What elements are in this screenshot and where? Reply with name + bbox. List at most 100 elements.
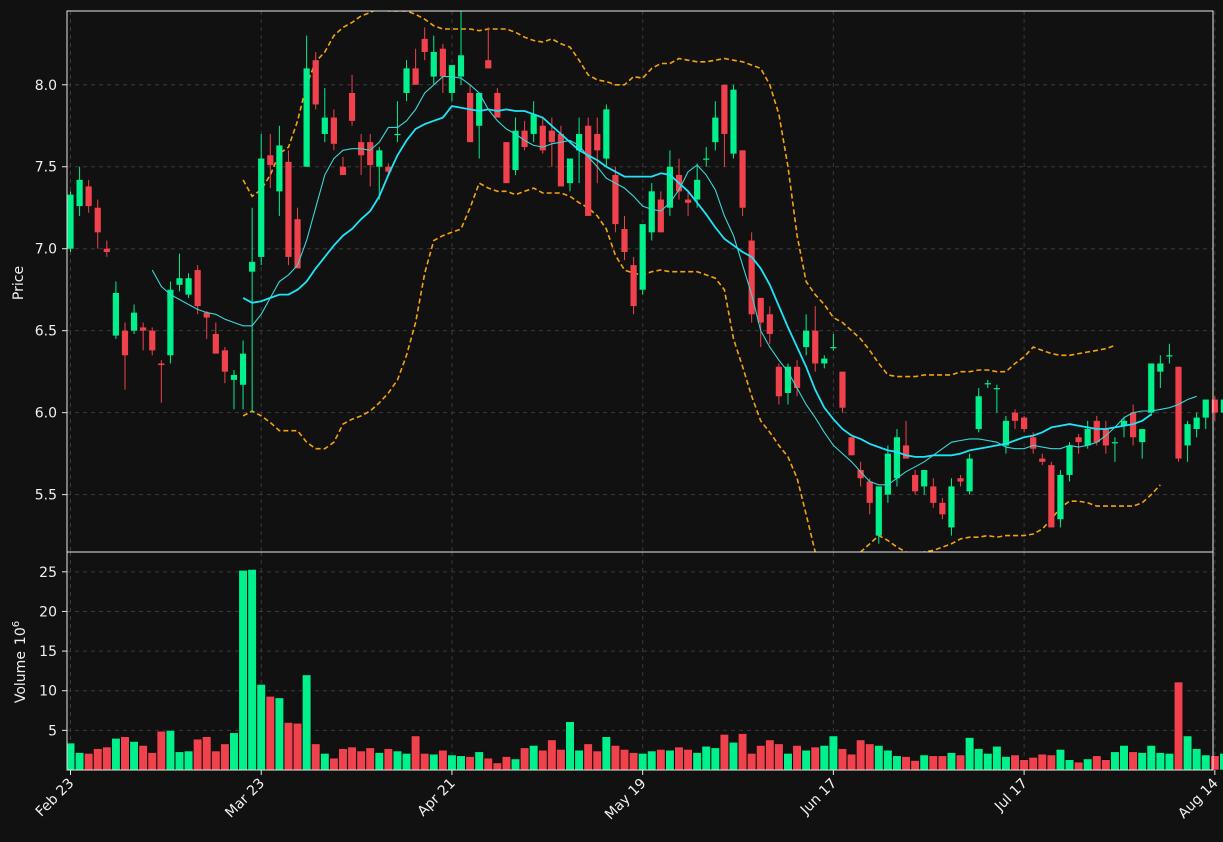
candle-body bbox=[76, 179, 83, 207]
candle-body bbox=[984, 383, 991, 385]
candle-body bbox=[276, 145, 283, 192]
volume-bar bbox=[819, 745, 829, 771]
volume-bar bbox=[719, 734, 730, 771]
volume-bar bbox=[656, 749, 666, 771]
candle-body bbox=[666, 166, 674, 208]
volume-bar bbox=[1137, 752, 1147, 771]
candle-body bbox=[1139, 429, 1146, 443]
candle-body bbox=[966, 458, 973, 492]
candle-body bbox=[784, 366, 792, 393]
candle-body bbox=[140, 327, 147, 331]
candle-body bbox=[467, 92, 474, 143]
volume-bar bbox=[1182, 735, 1193, 771]
volume-bar bbox=[1164, 753, 1175, 771]
candle-body bbox=[194, 270, 201, 307]
candle-body bbox=[394, 133, 401, 136]
candle-body bbox=[1157, 363, 1164, 372]
volume-bar bbox=[374, 752, 384, 771]
volume-bar bbox=[1019, 759, 1029, 771]
volume-bar bbox=[765, 739, 775, 771]
volume-bar bbox=[465, 756, 475, 771]
volume-bar bbox=[102, 746, 112, 771]
volume-bar bbox=[456, 755, 466, 771]
volume-bar bbox=[365, 747, 375, 771]
volume-bar bbox=[946, 752, 957, 771]
candle-body bbox=[812, 330, 819, 364]
price-tick-label: 7.5 bbox=[35, 160, 57, 176]
candle-body bbox=[267, 155, 274, 166]
candle-body bbox=[221, 350, 228, 372]
candle-body bbox=[1166, 355, 1173, 357]
candle-body bbox=[530, 114, 537, 134]
volume-bar bbox=[229, 732, 239, 771]
volume-bar bbox=[983, 753, 993, 771]
candle-body bbox=[1039, 458, 1046, 462]
candle-body bbox=[921, 470, 928, 487]
volume-bar bbox=[792, 745, 802, 771]
candle-body bbox=[803, 330, 810, 348]
candle-body bbox=[376, 150, 383, 167]
volume-bar bbox=[265, 695, 275, 771]
candle-body bbox=[957, 478, 964, 482]
candle-body bbox=[158, 363, 165, 366]
volume-bar bbox=[283, 722, 294, 771]
volume-bar bbox=[84, 753, 94, 771]
volume-bar bbox=[874, 745, 884, 771]
volume-bar bbox=[674, 746, 684, 771]
candle-body bbox=[412, 68, 419, 85]
volume-bar bbox=[1146, 745, 1156, 771]
volume-bar bbox=[438, 749, 448, 771]
candle-body bbox=[621, 229, 628, 252]
candle-body bbox=[85, 186, 92, 207]
volume-bar bbox=[592, 750, 602, 771]
volume-axis-label: Volume 106 bbox=[11, 621, 29, 703]
candle-body bbox=[939, 502, 946, 515]
volume-bar bbox=[583, 743, 593, 771]
volume-bar bbox=[320, 753, 330, 771]
volume-bar bbox=[429, 753, 439, 771]
candle-body bbox=[294, 219, 301, 269]
candle-body bbox=[1066, 445, 1073, 475]
candle-body bbox=[884, 453, 891, 495]
candle-body bbox=[1175, 366, 1182, 459]
volume-bar bbox=[1037, 753, 1047, 771]
candle-body bbox=[712, 117, 719, 143]
volume-bar bbox=[1192, 748, 1202, 771]
candle-body bbox=[566, 158, 574, 184]
volume-bar bbox=[311, 743, 321, 771]
volume-bar bbox=[928, 755, 938, 771]
volume-bar bbox=[1064, 759, 1075, 771]
candle-body bbox=[948, 486, 955, 528]
volume-bar bbox=[519, 747, 530, 771]
volume-bar bbox=[329, 757, 339, 771]
volume-bar bbox=[510, 758, 521, 771]
volume-bar bbox=[665, 749, 675, 771]
candle-body bbox=[1021, 417, 1028, 430]
volume-bar bbox=[810, 746, 820, 771]
candle-body bbox=[112, 292, 120, 336]
volume-bar bbox=[565, 721, 575, 771]
candle-body bbox=[94, 207, 101, 233]
volume-bar bbox=[274, 697, 284, 771]
volume-bar bbox=[865, 743, 875, 771]
candle-body bbox=[594, 133, 601, 151]
candle-body bbox=[121, 330, 129, 356]
candle-body bbox=[430, 51, 437, 77]
candle-body bbox=[321, 117, 328, 134]
volume-bar bbox=[74, 752, 85, 771]
volume-bar bbox=[619, 749, 630, 771]
volume-bar bbox=[1210, 755, 1220, 771]
candle-body bbox=[285, 161, 292, 257]
volume-bar bbox=[292, 722, 303, 771]
candle-body bbox=[249, 261, 256, 272]
volume-bar bbox=[111, 737, 121, 771]
candle-body bbox=[421, 38, 428, 52]
volume-bar bbox=[892, 755, 902, 771]
candle-body bbox=[1057, 474, 1064, 520]
volume-bar bbox=[174, 751, 185, 771]
candle-body bbox=[176, 278, 183, 285]
candle-body bbox=[848, 437, 855, 456]
price-axis-label: Price bbox=[11, 266, 27, 300]
volume-bar bbox=[1155, 752, 1165, 771]
volume-bar bbox=[955, 754, 966, 771]
